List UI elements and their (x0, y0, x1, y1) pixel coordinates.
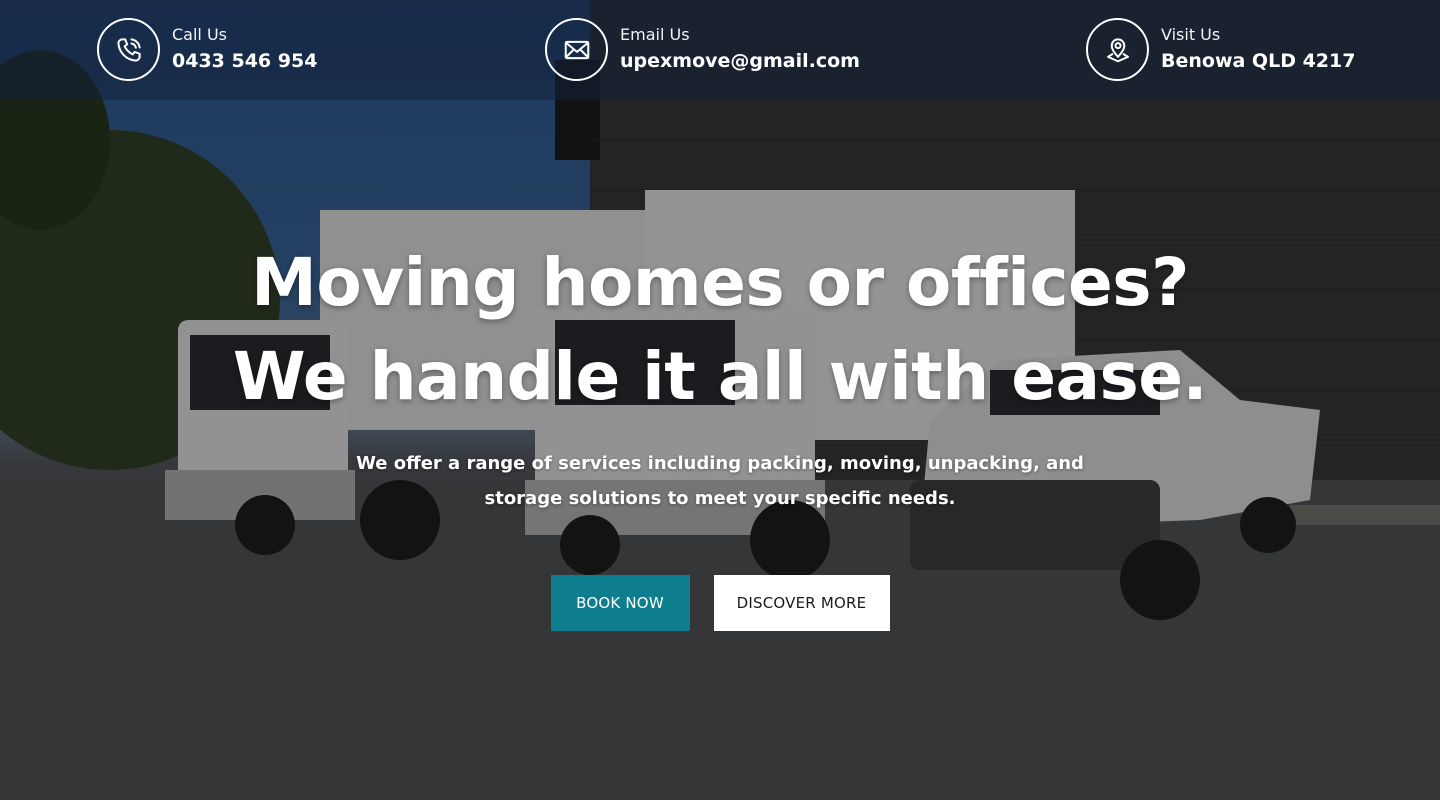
contact-email-label: Email Us (620, 25, 690, 44)
contact-email[interactable]: Email Us upexmove@gmail.com (545, 18, 860, 81)
contact-address[interactable]: Benowa QLD 4217 (1161, 48, 1355, 74)
phone-icon (97, 18, 160, 81)
hero-subtitle: We offer a range of services including p… (356, 453, 1084, 509)
contact-email-address[interactable]: upexmove@gmail.com (620, 48, 860, 74)
hero-section: Moving homes or offices? We handle it al… (0, 236, 1440, 631)
hero-title: Moving homes or offices? We handle it al… (0, 236, 1440, 424)
contact-visit-label: Visit Us (1161, 25, 1221, 44)
location-pin-icon (1086, 18, 1149, 81)
hero-cta-group: BOOK NOW DISCOVER MORE (0, 575, 1440, 631)
contact-topbar: Call Us 0433 546 954 Email Us upexmove@g… (0, 0, 1440, 100)
contact-visit[interactable]: Visit Us Benowa QLD 4217 (1086, 18, 1355, 81)
discover-more-button[interactable]: DISCOVER MORE (713, 575, 890, 631)
mail-icon (545, 18, 608, 81)
book-now-button[interactable]: BOOK NOW (550, 575, 690, 631)
hero-title-line-1: Moving homes or offices? (251, 244, 1189, 321)
hero-title-line-2: We handle it all with ease. (232, 338, 1208, 415)
contact-phone-number[interactable]: 0433 546 954 (172, 48, 317, 74)
contact-call-label: Call Us (172, 25, 227, 44)
contact-call[interactable]: Call Us 0433 546 954 (97, 18, 317, 81)
